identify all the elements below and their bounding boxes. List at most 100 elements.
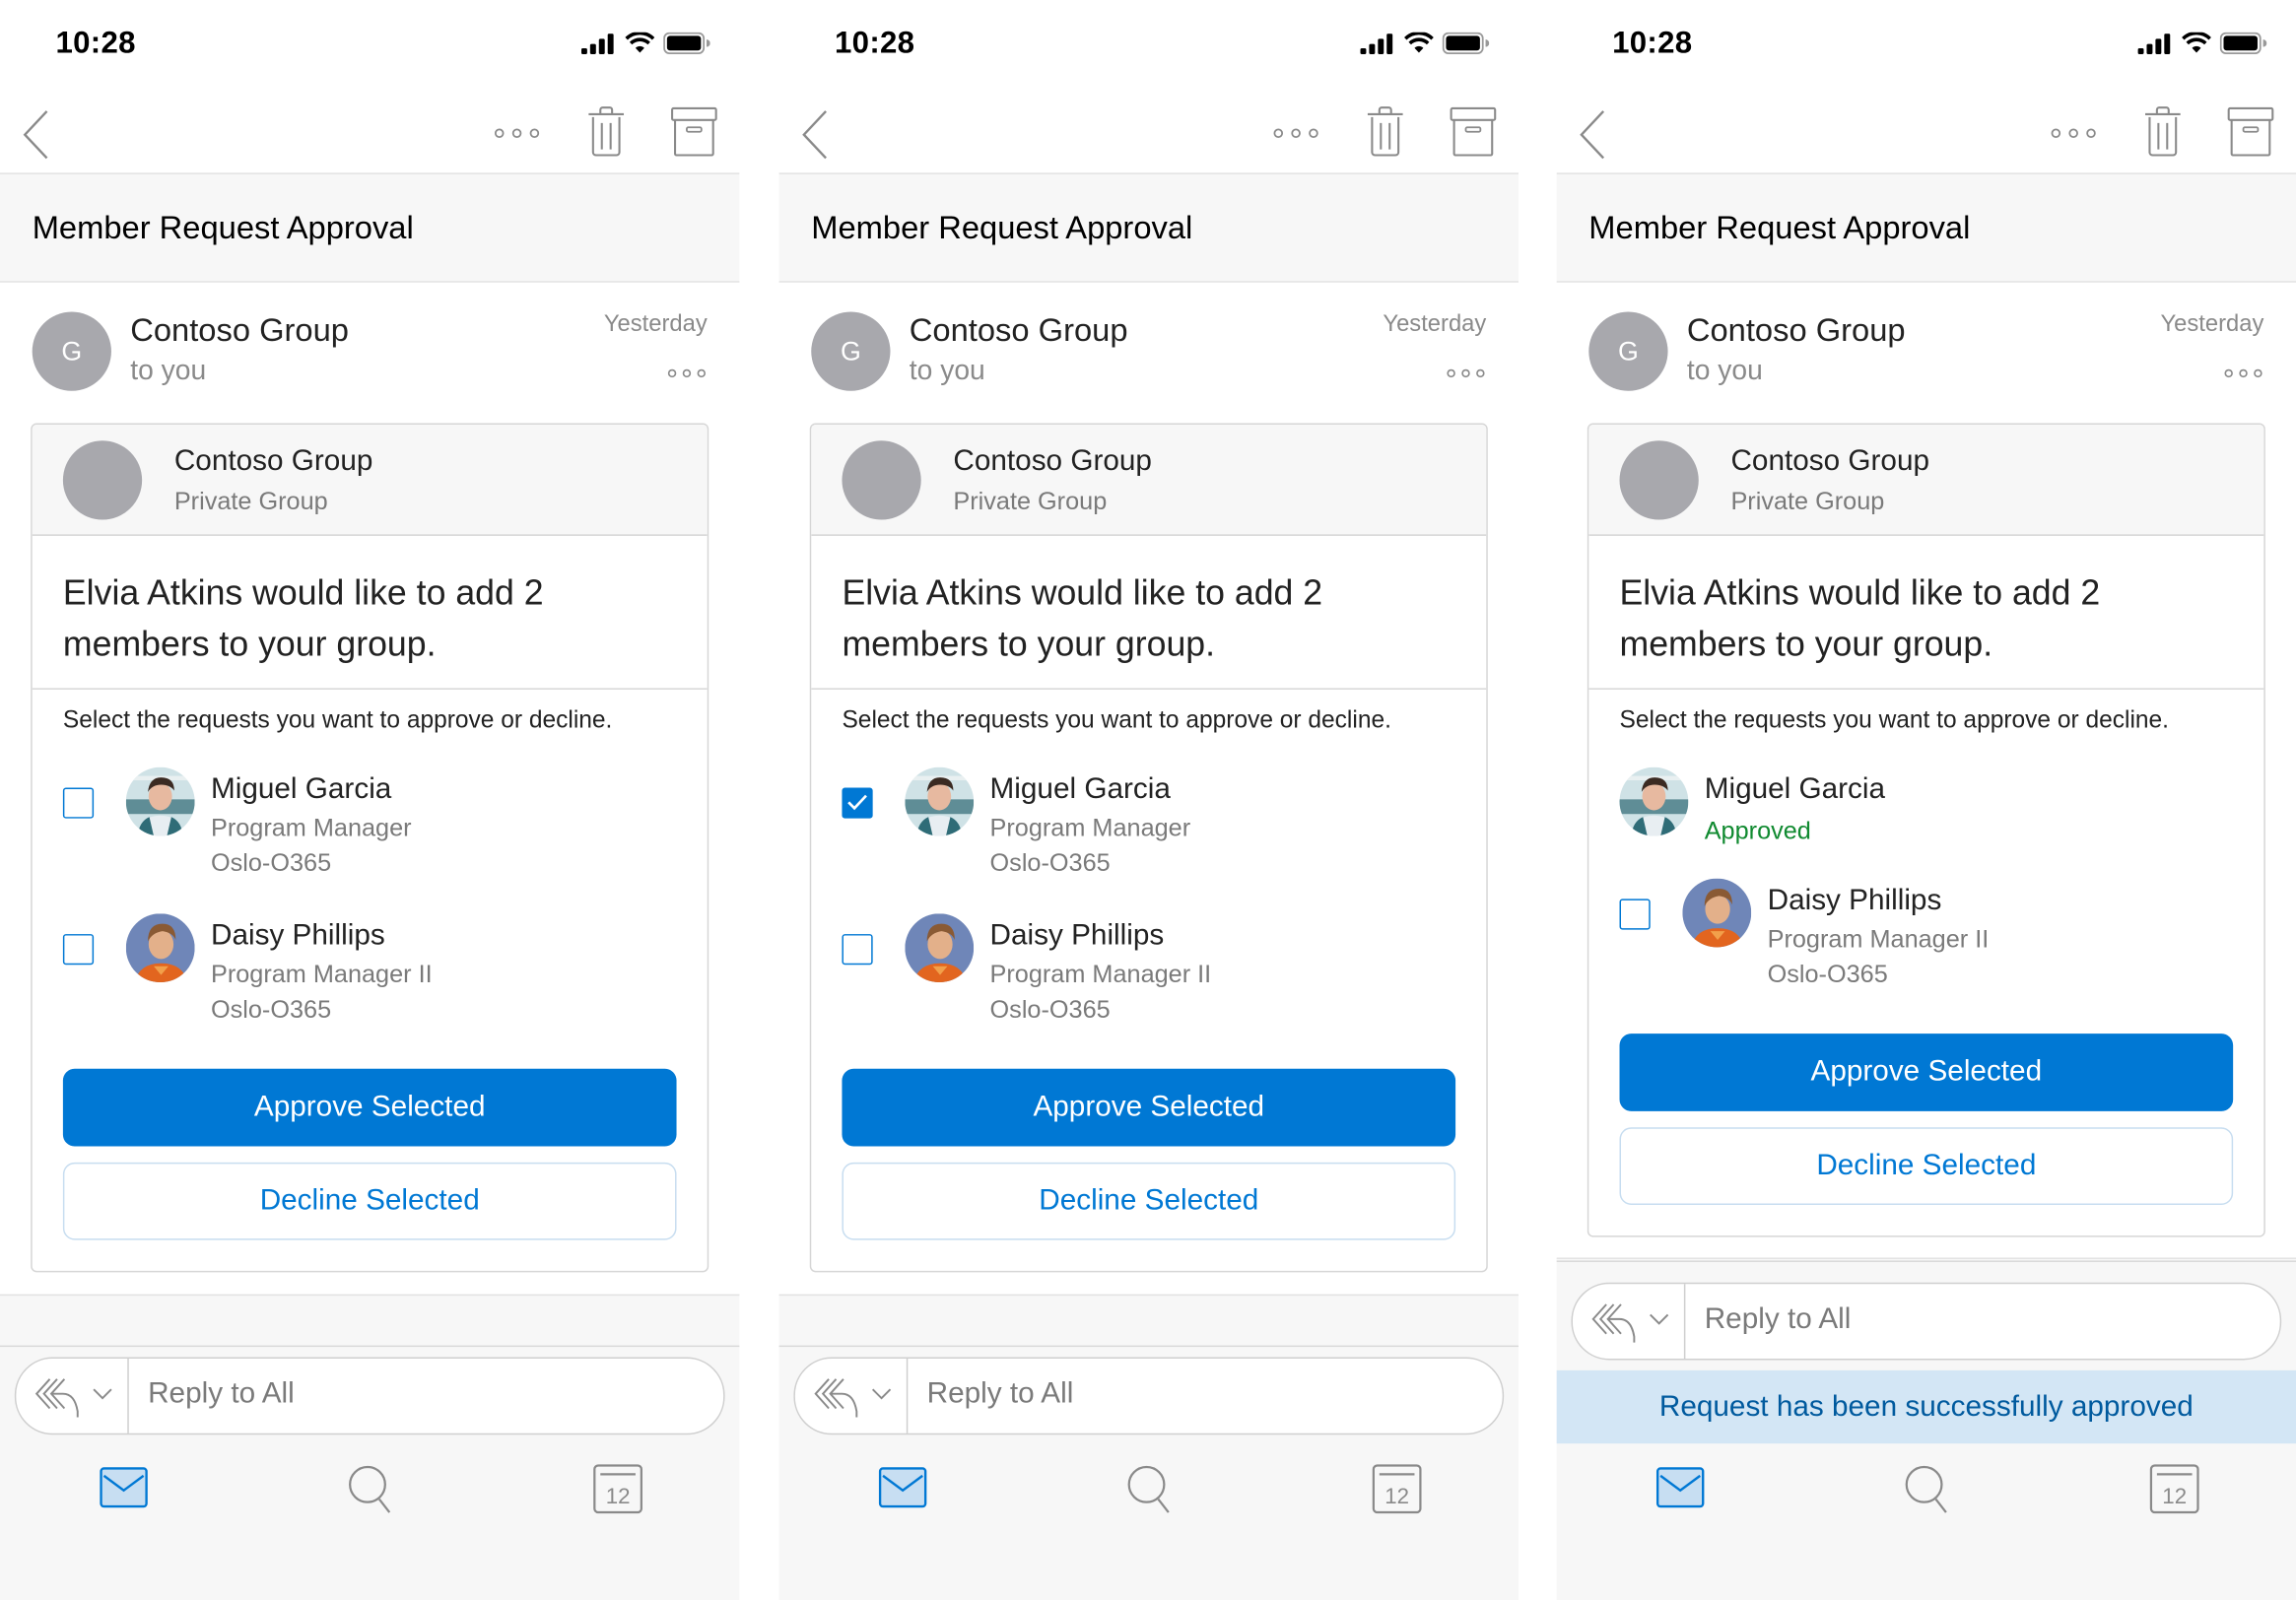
back-button[interactable] — [799, 108, 832, 161]
wifi-icon — [1404, 32, 1434, 53]
member-name: Miguel Garcia — [1704, 772, 1886, 806]
signal-icon — [2137, 33, 2171, 54]
recipient-label[interactable]: to you — [1687, 356, 1763, 388]
sender-name[interactable]: Contoso Group — [910, 312, 1128, 351]
footer-background — [778, 1294, 1519, 1600]
message-more-button[interactable] — [1446, 367, 1487, 379]
instructions: Select the requests you want to approve … — [1619, 706, 2169, 734]
chevron-down-icon[interactable] — [1649, 1313, 1669, 1325]
message-body: G Contoso Group to you Yesterday Contoso… — [0, 282, 740, 1273]
wifi-icon — [625, 32, 655, 53]
group-type: Private Group — [953, 487, 1108, 516]
member-avatar — [905, 913, 975, 983]
select-checkbox[interactable] — [62, 787, 95, 819]
tab-calendar[interactable]: 12 — [2149, 1464, 2199, 1514]
tab-mail[interactable] — [100, 1467, 148, 1508]
member-name: Daisy Phillips — [1767, 884, 1942, 917]
message-date: Yesterday — [2160, 311, 2264, 337]
more-options-button[interactable] — [492, 126, 542, 141]
reply-input[interactable]: Reply to All — [927, 1377, 1074, 1411]
approve-selected-button[interactable]: Approve Selected — [62, 1068, 677, 1147]
approve-selected-button[interactable]: Approve Selected — [842, 1068, 1456, 1147]
select-checkbox[interactable] — [842, 934, 873, 966]
more-options-button[interactable] — [2049, 126, 2099, 141]
stage: 10:28 Member Request Approval G Contoso … — [0, 0, 2296, 1600]
reply-all-icon[interactable] — [813, 1376, 863, 1421]
message-date: Yesterday — [1383, 311, 1487, 337]
message-date: Yesterday — [603, 311, 708, 337]
battery-icon — [2219, 32, 2267, 54]
recipient-label[interactable]: to you — [910, 356, 985, 388]
reply-input[interactable]: Reply to All — [1705, 1303, 1852, 1337]
member-request-row: Miguel Garcia Program Manager Oslo-O365 — [62, 767, 677, 914]
status-bar: 10:28 — [779, 0, 1519, 91]
instructions: Select the requests you want to approve … — [842, 706, 1391, 734]
select-checkbox[interactable] — [842, 787, 873, 819]
phone-screen-approved: 10:28 Member Request Approval G Contoso … — [1556, 0, 2296, 1600]
recipient-label[interactable]: to you — [130, 356, 206, 388]
tab-mail[interactable] — [1655, 1467, 1705, 1508]
member-avatar — [125, 913, 195, 983]
delete-button[interactable] — [585, 105, 627, 158]
back-button[interactable] — [21, 108, 53, 161]
select-checkbox[interactable] — [1619, 899, 1651, 930]
sender-name[interactable]: Contoso Group — [130, 312, 349, 351]
member-avatar — [1682, 878, 1752, 948]
group-name: Contoso Group — [1730, 444, 1930, 478]
member-name: Miguel Garcia — [989, 772, 1171, 806]
status-time: 10:28 — [1612, 26, 1693, 60]
approve-selected-button[interactable]: Approve Selected — [1619, 1033, 2234, 1111]
success-toast: Request has been successfully approved — [1556, 1369, 2296, 1444]
tab-calendar[interactable]: 12 — [593, 1464, 643, 1514]
reply-bar[interactable]: Reply to All — [1571, 1282, 2282, 1361]
member-title: Program Manager II — [210, 960, 433, 989]
sender-avatar[interactable]: G — [811, 311, 891, 391]
tab-search[interactable] — [1904, 1464, 1951, 1514]
archive-button[interactable] — [2227, 105, 2274, 158]
chevron-down-icon[interactable] — [871, 1388, 892, 1400]
message-more-button[interactable] — [2223, 367, 2264, 379]
archive-button[interactable] — [671, 105, 718, 158]
archive-button[interactable] — [1450, 105, 1497, 158]
email-subject: Member Request Approval — [778, 173, 1519, 283]
reply-all-icon[interactable] — [1590, 1301, 1641, 1346]
tab-mail[interactable] — [878, 1467, 927, 1508]
group-type: Private Group — [1730, 487, 1885, 516]
back-button[interactable] — [1577, 108, 1609, 161]
tab-search[interactable] — [347, 1464, 394, 1514]
message-more-button[interactable] — [666, 367, 708, 379]
delete-button[interactable] — [1365, 105, 1406, 158]
sender-name[interactable]: Contoso Group — [1687, 312, 1906, 351]
instructions: Select the requests you want to approve … — [62, 706, 613, 734]
reply-all-icon[interactable] — [34, 1376, 84, 1421]
member-avatar — [125, 767, 195, 836]
card-title: Elvia Atkins would like to add 2 members… — [1588, 536, 2264, 690]
calendar-date: 12 — [606, 1484, 631, 1508]
tab-calendar[interactable]: 12 — [1372, 1464, 1422, 1514]
sender-avatar[interactable]: G — [1588, 311, 1668, 391]
card-title: Elvia Atkins would like to add 2 members… — [811, 536, 1487, 690]
more-options-button[interactable] — [1271, 126, 1321, 141]
approved-status: Approved — [1704, 817, 1811, 845]
decline-selected-button[interactable]: Decline Selected — [1619, 1127, 2234, 1205]
sender-avatar[interactable]: G — [32, 311, 111, 391]
select-checkbox[interactable] — [62, 934, 95, 966]
decline-selected-button[interactable]: Decline Selected — [62, 1162, 677, 1240]
footer-background — [0, 1294, 740, 1600]
reply-bar[interactable]: Reply to All — [14, 1357, 725, 1435]
group-avatar — [842, 440, 921, 520]
group-name: Contoso Group — [953, 444, 1152, 478]
approval-card: Contoso Group Private Group Elvia Atkins… — [1587, 423, 2265, 1237]
chevron-down-icon[interactable] — [93, 1388, 113, 1400]
request-list: Miguel Garcia Approved Daisy Phillips Progr… — [1619, 767, 2234, 1026]
reply-bar[interactable]: Reply to All — [793, 1357, 1505, 1435]
member-request-row: Daisy Phillips Program Manager II Oslo-O36… — [1619, 878, 2234, 1026]
reply-input[interactable]: Reply to All — [148, 1377, 295, 1411]
message-toolbar — [778, 91, 1519, 174]
decline-selected-button[interactable]: Decline Selected — [842, 1162, 1456, 1240]
status-time: 10:28 — [835, 26, 915, 60]
message-toolbar — [0, 91, 740, 174]
delete-button[interactable] — [2142, 105, 2184, 158]
email-subject: Member Request Approval — [1556, 173, 2296, 283]
tab-search[interactable] — [1126, 1464, 1174, 1514]
